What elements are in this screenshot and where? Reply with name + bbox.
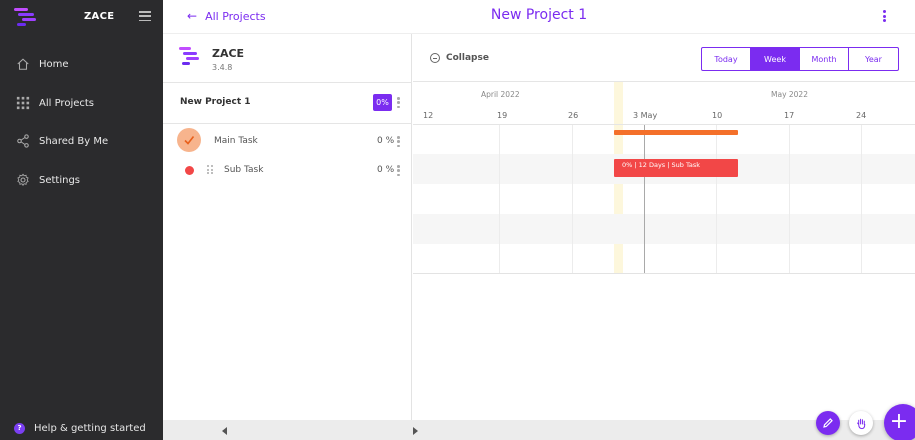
sidebar: ZACE Home All Projects Shared By Me Sett… [0, 0, 163, 440]
task-name: Main Task [214, 136, 258, 146]
day-label: 19 [497, 111, 508, 120]
help-link[interactable]: ? Help & getting started [0, 419, 163, 437]
grid-line [861, 125, 862, 274]
sidebar-item-all-projects[interactable]: All Projects [0, 91, 163, 115]
zace-logo[interactable] [14, 6, 38, 26]
timeline-header: April 2022 May 2022 12 19 26 3 May 10 17… [413, 81, 915, 125]
sidebar-item-label: Home [39, 58, 69, 70]
project-name: New Project 1 [180, 97, 251, 107]
share-icon [17, 134, 29, 148]
grid-line [572, 125, 573, 274]
task-progress: 0 % [377, 165, 395, 175]
gantt-bottom-border [413, 273, 915, 274]
day-label: 12 [423, 111, 434, 120]
hand-icon [856, 418, 865, 429]
task-options-icon[interactable] [397, 136, 400, 147]
sidebar-brand: ZACE [84, 10, 115, 22]
month-label: May 2022 [771, 90, 808, 99]
task-options-icon[interactable] [397, 165, 400, 176]
app-logo [179, 46, 201, 66]
day-label: 24 [856, 111, 867, 120]
scale-year-button[interactable]: Year [849, 48, 898, 70]
add-task-button[interactable]: + [884, 404, 915, 440]
subtask-bar[interactable]: 0% | 12 Days | Sub Task [614, 159, 738, 177]
pan-tool-button[interactable] [849, 411, 873, 435]
horizontal-scrollbar[interactable] [163, 420, 915, 440]
scale-week-button[interactable]: Week [751, 48, 800, 70]
subtask-bar-label: 0% | 12 Days | Sub Task [622, 161, 700, 169]
day-label: 10 [712, 111, 723, 120]
scroll-right-icon[interactable] [413, 427, 418, 435]
top-bar: ← All Projects New Project 1 [163, 0, 915, 34]
sidebar-item-settings[interactable]: Settings [0, 168, 163, 192]
page-title: New Project 1 [490, 7, 588, 23]
project-progress-badge: 0% [373, 94, 392, 111]
subtask-status-dot [185, 166, 194, 175]
today-marker-line [644, 125, 645, 274]
sidebar-item-label: Settings [39, 174, 81, 186]
gantt-chart: Collapse Today Week Month Year April 202… [413, 34, 915, 420]
sidebar-item-shared-by-me[interactable]: Shared By Me [0, 129, 163, 153]
more-options-icon[interactable] [883, 10, 887, 22]
sidebar-item-label: All Projects [39, 97, 94, 109]
day-label: 3 May [633, 111, 658, 120]
project-row[interactable]: New Project 1 0% [163, 82, 412, 124]
project-options-icon[interactable] [397, 97, 400, 108]
grid-icon [16, 96, 30, 110]
sidebar-item-label: Shared By Me [39, 135, 109, 147]
pencil-icon [823, 418, 833, 428]
scale-month-button[interactable]: Month [800, 48, 849, 70]
scale-today-button[interactable]: Today [702, 48, 751, 70]
edit-button[interactable] [816, 411, 840, 435]
checkmark-icon [184, 136, 195, 145]
app-version: 3.4.8 [212, 63, 233, 72]
collapse-button[interactable]: Collapse [430, 53, 489, 63]
time-scale-selector: Today Week Month Year [701, 47, 899, 71]
home-icon [17, 58, 29, 70]
task-row-sub[interactable]: Sub Task 0 % [163, 155, 412, 185]
help-icon: ? [14, 422, 25, 434]
task-complete-checkbox[interactable] [177, 128, 201, 152]
task-name: Sub Task [224, 165, 264, 175]
grid-line [499, 125, 500, 274]
task-progress: 0 % [377, 136, 395, 146]
hamburger-menu-icon[interactable] [139, 11, 151, 21]
app-name: ZACE [212, 47, 245, 60]
help-label: Help & getting started [34, 422, 146, 434]
task-panel: ZACE 3.4.8 New Project 1 0% Main Task 0 … [163, 34, 412, 420]
gear-icon [17, 173, 29, 186]
task-row-main[interactable]: Main Task 0 % [163, 126, 412, 156]
minus-circle-icon [430, 53, 440, 63]
scroll-left-icon[interactable] [222, 427, 227, 435]
grid-line [716, 125, 717, 274]
grid-line [789, 125, 790, 274]
drag-handle-icon[interactable] [207, 165, 213, 174]
main-task-bar[interactable] [614, 130, 738, 135]
day-label: 26 [568, 111, 579, 120]
sidebar-header: ZACE [0, 0, 163, 32]
month-label: April 2022 [481, 90, 520, 99]
collapse-label: Collapse [446, 53, 489, 63]
sidebar-item-home[interactable]: Home [0, 52, 163, 76]
gantt-row-band [413, 214, 915, 244]
day-label: 17 [784, 111, 795, 120]
plus-icon: + [889, 408, 909, 434]
